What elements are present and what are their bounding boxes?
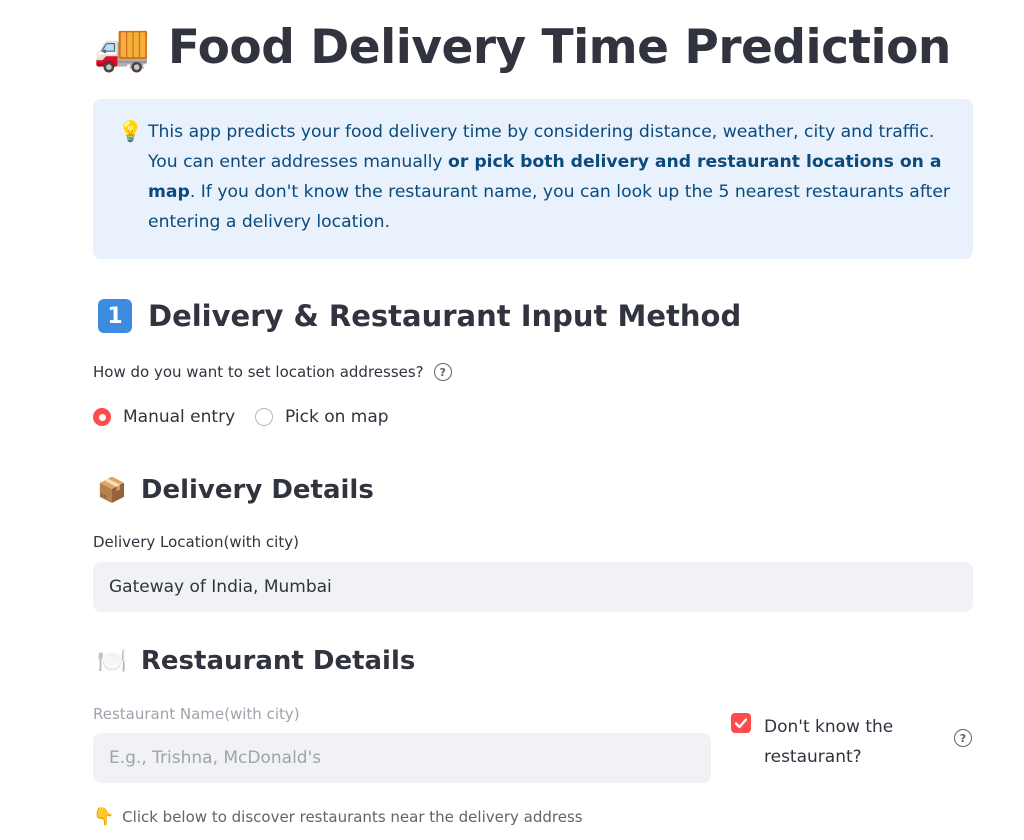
restaurant-hint-row: 👇 Click below to discover restaurants ne…: [93, 806, 583, 828]
restaurant-name-input[interactable]: E.g., Trishna, McDonald's: [93, 733, 711, 783]
info-text-end: . If you don't know the restaurant name,…: [148, 182, 950, 232]
radio-pick-on-map[interactable]: Pick on map: [255, 405, 389, 429]
radio-label-map: Pick on map: [285, 407, 389, 427]
radio-label-manual: Manual entry: [123, 407, 236, 427]
help-icon[interactable]: ?: [954, 729, 972, 747]
restaurant-hint: Click below to discover restaurants near…: [122, 808, 583, 826]
radio-manual-entry[interactable]: Manual entry: [93, 405, 235, 429]
delivery-heading-row: 📦 Delivery Details: [97, 472, 374, 508]
restaurant-name-label: Restaurant Name(with city): [93, 705, 300, 723]
plate-cutlery-icon: 🍽️: [97, 647, 127, 675]
radio-unselected-indicator[interactable]: [255, 408, 273, 426]
info-box: 💡 This app predicts your food delivery t…: [93, 99, 973, 259]
delivery-location-label: Delivery Location(with city): [93, 533, 299, 551]
info-text: This app predicts your food delivery tim…: [148, 117, 958, 237]
checkbox-checked-icon[interactable]: [731, 713, 751, 733]
page-title: Food Delivery Time Prediction: [167, 19, 951, 75]
checkbox-label-line2: restaurant?: [764, 747, 862, 767]
input-method-heading-row: 1 Delivery & Restaurant Input Method: [98, 296, 741, 336]
location-question-row: How do you want to set location addresse…: [93, 361, 452, 383]
help-icon[interactable]: ?: [433, 363, 452, 381]
restaurant-heading-row: 🍽️ Restaurant Details: [97, 643, 415, 679]
checkbox-label: Don't know the restaurant?: [764, 712, 893, 772]
delivery-heading: Delivery Details: [140, 475, 374, 505]
radio-selected-indicator[interactable]: [93, 408, 111, 426]
pointing-down-icon: 👇: [93, 807, 115, 827]
page-title-row: 🚚 Food Delivery Time Prediction: [0, 14, 1024, 80]
lightbulb-icon: 💡: [118, 119, 143, 143]
restaurant-heading: Restaurant Details: [140, 646, 416, 676]
checkbox-label-line1: Don't know the: [764, 717, 894, 737]
dont-know-restaurant-checkbox[interactable]: Don't know the restaurant? ?: [731, 712, 972, 772]
delivery-truck-icon: 🚚: [93, 19, 150, 74]
package-icon: 📦: [97, 476, 127, 504]
location-question-label: How do you want to set location addresse…: [93, 363, 424, 381]
delivery-location-input[interactable]: Gateway of India, Mumbai: [93, 562, 973, 612]
keycap-one-icon: 1: [98, 299, 132, 333]
input-method-heading: Delivery & Restaurant Input Method: [148, 299, 742, 333]
